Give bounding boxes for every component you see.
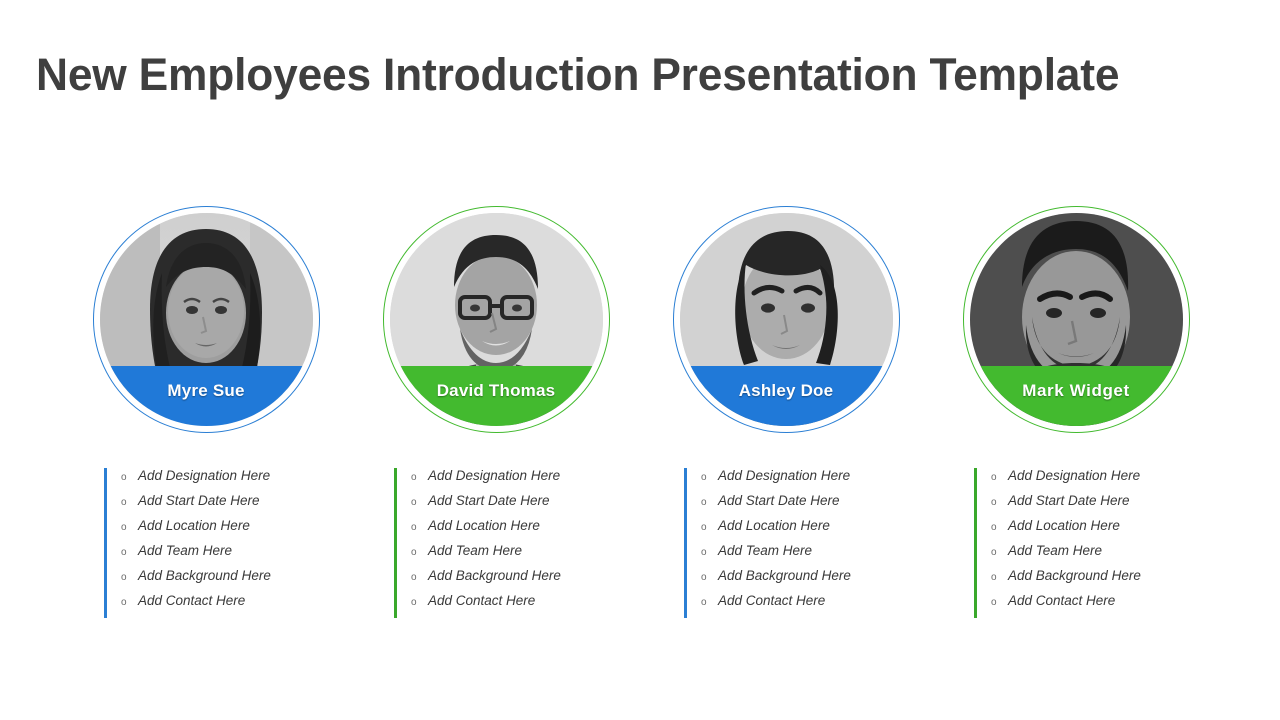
employee-name-band: Myre Sue — [99, 366, 313, 426]
list-item: o Add Background Here — [701, 568, 914, 593]
bullet-circle-icon: o — [991, 547, 997, 558]
bullet-circle-icon: o — [991, 522, 997, 533]
bullet-circle-icon: o — [701, 522, 707, 533]
bullet-circle-icon: o — [991, 497, 997, 508]
employee-avatar: Mark Widget — [962, 206, 1190, 433]
list-item-label: Add Location Here — [718, 518, 830, 533]
list-item-label: Add Background Here — [718, 568, 851, 583]
list-item-label: Add Designation Here — [718, 468, 851, 483]
employee-avatar: Ashley Doe — [672, 206, 900, 433]
list-item: o Add Contact Here — [991, 593, 1204, 618]
bullet-circle-icon: o — [411, 572, 417, 583]
bullet-circle-icon: o — [121, 522, 127, 533]
list-item: o Add Contact Here — [411, 593, 624, 618]
bullet-circle-icon: o — [411, 522, 417, 533]
list-item: o Add Location Here — [121, 518, 334, 543]
list-item: o Add Team Here — [121, 543, 334, 568]
list-item-label: Add Designation Here — [428, 468, 561, 483]
list-item: o Add Designation Here — [121, 468, 334, 493]
bullet-circle-icon: o — [411, 547, 417, 558]
list-item-label: Add Location Here — [138, 518, 250, 533]
bullet-circle-icon: o — [411, 497, 417, 508]
list-item: o Add Team Here — [411, 543, 624, 568]
list-item: o Add Location Here — [411, 518, 624, 543]
page-title: New Employees Introduction Presentation … — [36, 49, 1120, 100]
list-item: o Add Location Here — [991, 518, 1204, 543]
list-item-label: Add Contact Here — [1008, 593, 1116, 608]
bullet-circle-icon: o — [701, 497, 707, 508]
list-item-label: Add Team Here — [1008, 543, 1103, 558]
bullet-circle-icon: o — [121, 472, 127, 483]
employee-card: David Thomas o Add Designation Here o Add St… — [376, 206, 616, 618]
list-item-label: Add Start Date Here — [138, 493, 260, 508]
employee-cards-row: Myre Sue o Add Designation Here o Add Start … — [0, 206, 1280, 636]
bullet-circle-icon: o — [121, 497, 127, 508]
list-item-label: Add Contact Here — [138, 593, 246, 608]
list-item: o Add Team Here — [701, 543, 914, 568]
employee-card: Myre Sue o Add Designation Here o Add Start … — [86, 206, 326, 618]
employee-name-band: David Thomas — [389, 366, 603, 426]
list-item-label: Add Background Here — [428, 568, 561, 583]
list-item: o Add Background Here — [991, 568, 1204, 593]
list-item-label: Add Start Date Here — [1008, 493, 1130, 508]
list-item: o Add Designation Here — [411, 468, 624, 493]
list-item-label: Add Contact Here — [428, 593, 536, 608]
employee-card: Ashley Doe o Add Designation Here o Add Star… — [666, 206, 906, 618]
list-item-label: Add Start Date Here — [718, 493, 840, 508]
employee-name-band: Ashley Doe — [679, 366, 893, 426]
list-item-label: Add Team Here — [428, 543, 523, 558]
bullet-circle-icon: o — [121, 547, 127, 558]
list-item-label: Add Background Here — [138, 568, 271, 583]
employee-avatar: Myre Sue — [92, 206, 320, 433]
list-item: o Add Contact Here — [121, 593, 334, 618]
employee-details-list: o Add Designation Here o Add Start Date Her… — [394, 468, 624, 618]
employee-card: Mark Widget o Add Designation Here o Add Sta… — [956, 206, 1196, 618]
list-item: o Add Designation Here — [991, 468, 1204, 493]
employee-details-list: o Add Designation Here o Add Start Date Her… — [974, 468, 1204, 618]
list-item-label: Add Designation Here — [1008, 468, 1141, 483]
employee-avatar: David Thomas — [382, 206, 610, 433]
employee-name: Mark Widget — [1022, 381, 1130, 400]
bullet-circle-icon: o — [411, 597, 417, 608]
list-item-label: Add Contact Here — [718, 593, 826, 608]
bullet-circle-icon: o — [701, 572, 707, 583]
bullet-circle-icon: o — [121, 572, 127, 583]
bullet-circle-icon: o — [991, 597, 997, 608]
list-item-label: Add Location Here — [428, 518, 540, 533]
list-item: o Add Background Here — [411, 568, 624, 593]
bullet-circle-icon: o — [121, 597, 127, 608]
bullet-circle-icon: o — [701, 472, 707, 483]
employee-name: Myre Sue — [167, 381, 245, 400]
bullet-circle-icon: o — [991, 572, 997, 583]
list-item: o Add Location Here — [701, 518, 914, 543]
list-item-label: Add Team Here — [718, 543, 813, 558]
employee-details-list: o Add Designation Here o Add Start Date Her… — [684, 468, 914, 618]
list-item: o Add Contact Here — [701, 593, 914, 618]
list-item: o Add Background Here — [121, 568, 334, 593]
employee-details-list: o Add Designation Here o Add Start Date Her… — [104, 468, 334, 618]
employee-name-band: Mark Widget — [969, 366, 1183, 426]
bullet-circle-icon: o — [991, 472, 997, 483]
list-item-label: Add Designation Here — [138, 468, 271, 483]
employee-name: David Thomas — [436, 381, 556, 400]
bullet-circle-icon: o — [411, 472, 417, 483]
employee-name: Ashley Doe — [738, 381, 834, 400]
bullet-circle-icon: o — [701, 547, 707, 558]
list-item-label: Add Background Here — [1008, 568, 1141, 583]
bullet-circle-icon: o — [701, 597, 707, 608]
list-item: o Add Team Here — [991, 543, 1204, 568]
list-item: o Add Start Date Here — [411, 493, 624, 518]
list-item: o Add Start Date Here — [701, 493, 914, 518]
list-item-label: Add Location Here — [1008, 518, 1120, 533]
list-item-label: Add Team Here — [138, 543, 233, 558]
list-item: o Add Start Date Here — [991, 493, 1204, 518]
list-item-label: Add Start Date Here — [428, 493, 550, 508]
list-item: o Add Designation Here — [701, 468, 914, 493]
list-item: o Add Start Date Here — [121, 493, 334, 518]
